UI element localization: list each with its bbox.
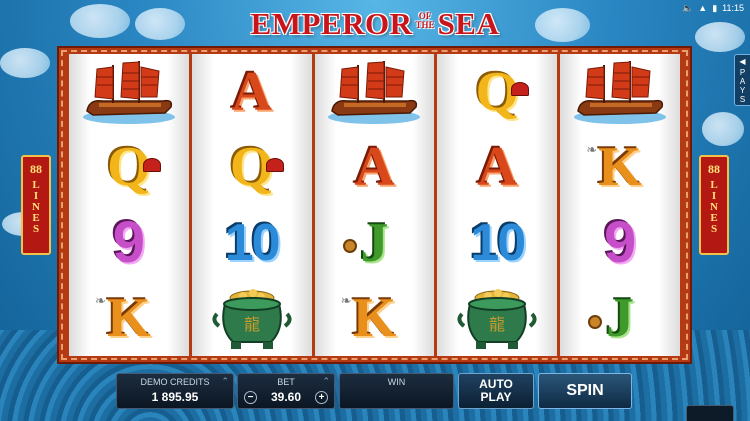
symbol-10: 10 xyxy=(470,213,526,272)
menu-box[interactable] xyxy=(686,405,734,421)
pays-tab[interactable]: ◀ PAYS xyxy=(734,54,750,106)
bet-increase-button[interactable]: + xyxy=(315,391,328,404)
reel-symbol-cell: 10 xyxy=(437,205,557,281)
bet-panel: ⌃ BET 39.60 − + xyxy=(237,373,335,409)
treasure-pot-icon: 龍 xyxy=(457,289,537,350)
reel-frame: Q 9 K ❧ A Q 10 龍 A J K ❧ Q A 10 龍 K ❧ 9 J xyxy=(57,46,692,364)
symbol-9: 9 xyxy=(603,209,637,275)
cloud-decoration xyxy=(702,112,744,146)
reel-symbol-cell: 9 xyxy=(560,205,680,281)
chevron-up-icon[interactable]: ⌃ xyxy=(322,376,330,387)
fan-icon xyxy=(511,82,530,96)
reel-symbol-cell xyxy=(315,54,435,130)
autoplay-label-line2: PLAY xyxy=(480,390,512,404)
reel-5: K ❧ 9 J xyxy=(560,54,680,356)
junk-ship-icon xyxy=(328,60,421,124)
reel-symbol-cell: A xyxy=(192,54,312,130)
svg-text:龍: 龍 xyxy=(489,315,505,334)
reel-symbol-cell: K ❧ xyxy=(69,281,189,357)
fan-icon xyxy=(265,157,284,172)
title-word-emperor: EMPEROR xyxy=(250,6,413,41)
reel-symbol-cell: Q xyxy=(192,130,312,206)
reel-symbol-cell: J xyxy=(560,281,680,357)
credits-panel[interactable]: ⌃ DEMO CREDITS 1 895.95 xyxy=(116,373,234,409)
lines-word: LINES xyxy=(710,179,718,235)
symbol-9: 9 xyxy=(112,209,146,275)
reel-symbol-cell: Q xyxy=(437,54,557,130)
symbol-a: A xyxy=(477,136,518,199)
symbol-j: J xyxy=(360,211,389,274)
junk-ship-icon xyxy=(574,60,667,124)
coin-icon xyxy=(588,314,603,329)
reel-symbol-cell: J xyxy=(315,205,435,281)
junk-ship-icon xyxy=(82,60,175,124)
autoplay-button[interactable]: AUTO PLAY xyxy=(458,373,534,409)
lines-badge-right: 88 LINES xyxy=(699,155,729,255)
lines-badge-left: 88 LINES xyxy=(21,155,51,255)
game-scene: 🔈 ▲ ▮ 11:15 EMPEROR OF THESEA ◀ PAYS 88 LI… xyxy=(0,0,750,421)
reel-3: A J K ❧ xyxy=(314,54,435,357)
reel-symbol-cell: 10 xyxy=(192,205,312,281)
symbol-k: K xyxy=(352,287,397,350)
reel-symbol-cell: 龍 xyxy=(192,281,312,357)
credits-value: 1 895.95 xyxy=(151,390,199,404)
symbol-10: 10 xyxy=(224,213,281,272)
dragon-icon: ❧ xyxy=(340,292,352,308)
reel-symbol-cell: A xyxy=(315,130,435,206)
win-label: WIN xyxy=(387,377,406,387)
symbol-j: J xyxy=(606,287,635,350)
reel-symbol-cell: A xyxy=(437,130,557,206)
reel-symbol-cell xyxy=(69,54,189,130)
title-small-words: OF THE xyxy=(416,12,435,30)
dragon-icon: ❧ xyxy=(95,292,106,308)
cloud-decoration xyxy=(0,48,50,78)
bet-label: BET xyxy=(277,377,295,387)
title-word-sea: SEA xyxy=(437,6,500,41)
lines-number: 88 xyxy=(30,162,42,176)
reel-symbol-cell: Q xyxy=(69,130,189,206)
reel-symbol-cell: 9 xyxy=(69,205,189,281)
spin-button[interactable]: SPIN xyxy=(538,373,632,409)
reels-area: Q 9 K ❧ A Q 10 龍 A J K ❧ Q A 10 龍 K ❧ 9 J xyxy=(69,54,680,356)
reel-2: A Q 10 龍 xyxy=(191,54,312,357)
reel-symbol-cell: K ❧ xyxy=(560,130,680,206)
coin-icon xyxy=(342,239,357,253)
reel-1: Q 9 K ❧ xyxy=(69,54,189,356)
symbol-a: A xyxy=(354,136,395,199)
lines-word: LINES xyxy=(32,179,40,235)
dragon-icon: ❧ xyxy=(586,141,598,157)
credits-label: DEMO CREDITS xyxy=(140,377,210,387)
pays-label: PAYS xyxy=(739,68,746,104)
lines-number: 88 xyxy=(708,162,720,176)
reel-4: Q A 10 龍 xyxy=(437,54,558,357)
bet-decrease-button[interactable]: − xyxy=(244,391,257,404)
treasure-pot-icon: 龍 xyxy=(212,289,292,350)
symbol-k: K xyxy=(598,136,642,199)
symbol-a: A xyxy=(231,60,272,123)
reel-symbol-cell: 龍 xyxy=(437,281,557,357)
game-title: EMPEROR OF THESEA xyxy=(0,6,750,46)
win-panel: WIN xyxy=(339,373,454,409)
chevron-up-icon: ⌃ xyxy=(221,376,229,386)
symbol-k: K xyxy=(107,287,151,350)
fan-icon xyxy=(142,157,161,172)
title-word-the: THE xyxy=(415,20,435,30)
reel-symbol-cell xyxy=(560,54,680,130)
reel-symbol-cell: K ❧ xyxy=(315,281,435,357)
pays-icon: ◀ xyxy=(739,57,746,66)
svg-text:龍: 龍 xyxy=(244,315,260,334)
